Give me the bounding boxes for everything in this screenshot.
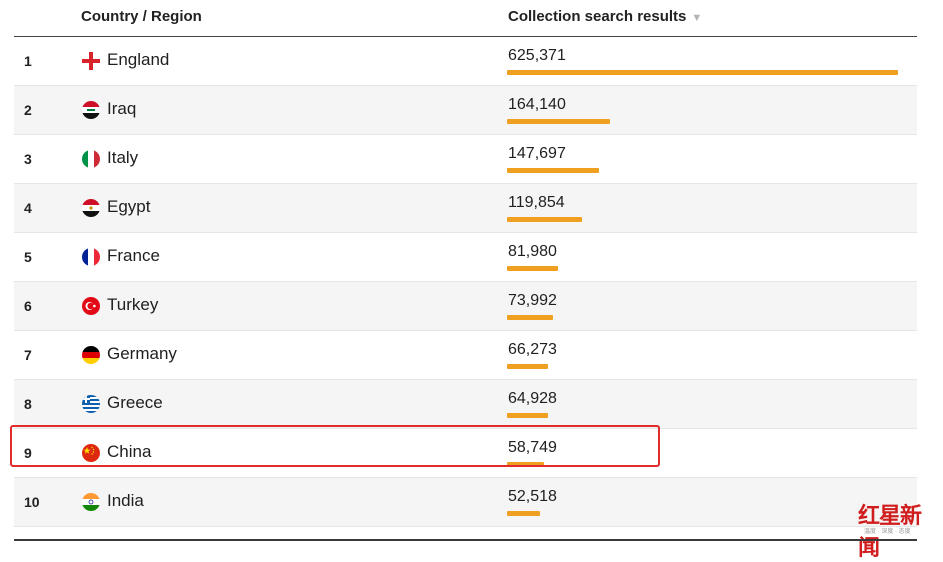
table-bottom-border (14, 539, 917, 541)
table-row-france[interactable]: 5 France 81,980 (14, 233, 917, 282)
rank-label: 10 (24, 494, 40, 510)
result-bar-iraq (507, 119, 610, 124)
country-label: Germany (107, 344, 177, 363)
sort-down-icon[interactable]: ▼ (691, 12, 702, 24)
country-label: Italy (107, 148, 139, 167)
italy-flag-icon (82, 150, 100, 168)
result-bar-turkey (507, 315, 554, 320)
value-label: 147,697 (508, 145, 566, 162)
china-highlight-box (10, 425, 660, 467)
germany-flag-icon (82, 346, 100, 364)
country-label: Iraq (107, 99, 137, 118)
greece-flag-icon (82, 395, 100, 413)
rank-label: 5 (24, 249, 32, 265)
hongxing-news-watermark-logo: 红星新闻 温度 · 深度 · 态度 (858, 498, 940, 561)
result-bar-germany (507, 364, 549, 369)
result-bar-india (507, 511, 540, 516)
country-label: India (107, 491, 144, 510)
table-row-iraq[interactable]: 2 Iraq 164,140 (14, 86, 917, 135)
result-bar-egypt (507, 217, 582, 222)
england-flag-icon (82, 52, 100, 70)
egypt-flag-icon (82, 199, 100, 217)
country-label: England (107, 50, 170, 69)
results-column-header[interactable]: Collection search results ▼ (508, 8, 702, 25)
table-row-england[interactable]: 1 England 625,371 (14, 37, 917, 86)
table-row-turkey[interactable]: 6 Turkey 73,992 (14, 282, 917, 331)
result-bar-england (507, 70, 898, 75)
table-row-germany[interactable]: 7 Germany 66,273 (14, 331, 917, 380)
table-row-egypt[interactable]: 4 Egypt 119,854 (14, 184, 917, 233)
table-row-india[interactable]: 10 India 52,518 (14, 478, 917, 527)
rank-label: 8 (24, 396, 32, 412)
rank-label: 3 (24, 151, 32, 167)
france-flag-icon (82, 248, 100, 266)
results-column-label: Collection search results (508, 8, 687, 25)
rank-label: 7 (24, 347, 32, 363)
country-column-header[interactable]: Country / Region (81, 8, 202, 25)
result-bar-greece (507, 413, 548, 418)
country-label: France (107, 246, 160, 265)
value-label: 73,992 (508, 292, 557, 309)
value-label: 52,518 (508, 488, 557, 505)
turkey-flag-icon (82, 297, 100, 315)
table-row-greece[interactable]: 8 Greece 64,928 (14, 380, 917, 429)
value-label: 625,371 (508, 47, 566, 64)
value-label: 81,980 (508, 243, 557, 260)
result-bar-italy (507, 168, 600, 173)
value-label: 66,273 (508, 341, 557, 358)
watermark-slogan: 温度 · 深度 · 态度 (864, 529, 911, 535)
value-label: 119,854 (508, 194, 565, 211)
country-label: Egypt (107, 197, 151, 216)
rank-label: 1 (24, 53, 32, 69)
country-label: Turkey (107, 295, 159, 314)
country-label: Greece (107, 393, 163, 412)
value-label: 164,140 (508, 96, 566, 113)
value-label: 64,928 (508, 390, 557, 407)
table-row-italy[interactable]: 3 Italy 147,697 (14, 135, 917, 184)
rank-label: 6 (24, 298, 32, 314)
rank-label: 4 (24, 200, 32, 216)
iraq-flag-icon (82, 101, 100, 119)
table-header: Country / Region Collection search resul… (0, 0, 943, 36)
rank-label: 2 (24, 102, 32, 118)
india-flag-icon (82, 493, 100, 511)
result-bar-france (507, 266, 559, 271)
